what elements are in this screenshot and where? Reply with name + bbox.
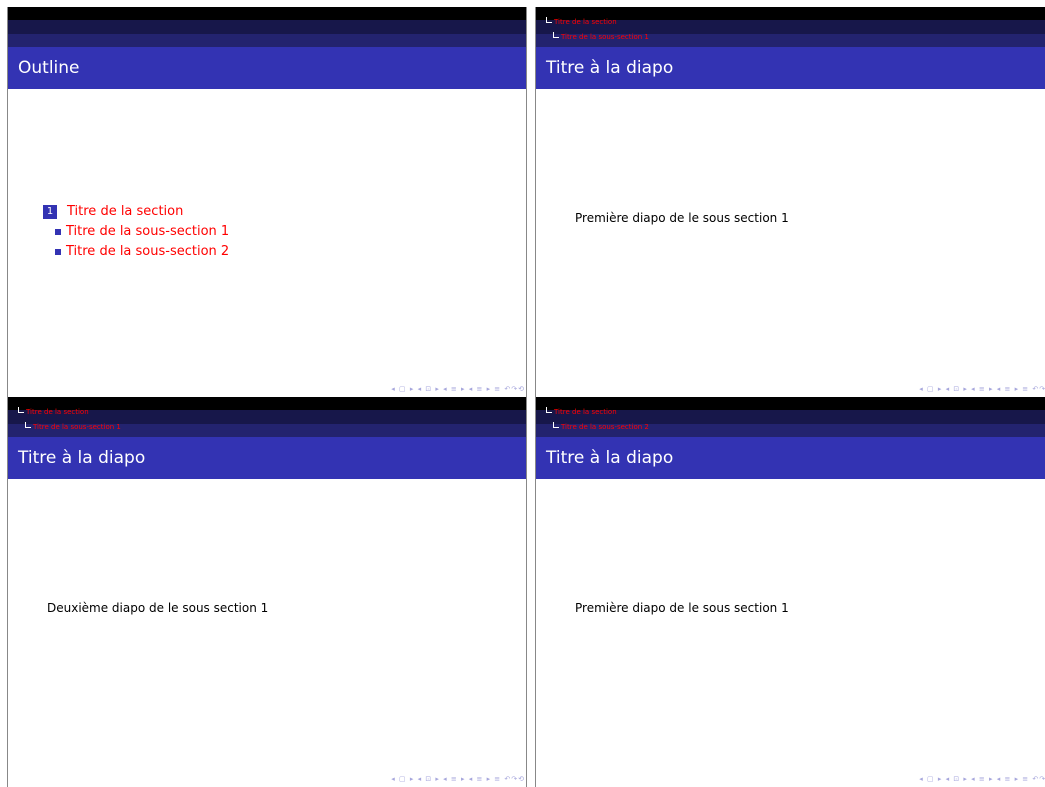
- toc-subsection[interactable]: Titre de la sous-section 2: [43, 242, 229, 262]
- slide-title: Outline: [7, 47, 527, 89]
- square-bullet-icon: [55, 229, 61, 235]
- tree-branch-icon: [546, 17, 552, 23]
- slide-body-text: Première diapo de le sous section 1: [575, 601, 789, 615]
- slide-title: Titre à la diapo: [535, 47, 1045, 89]
- toc-subsection-link[interactable]: Titre de la sous-section 2: [66, 242, 229, 262]
- slide-body-text: Deuxième diapo de le sous section 1: [47, 601, 269, 615]
- slide-border: [535, 397, 536, 787]
- toc-section[interactable]: 1 Titre de la section: [43, 202, 229, 222]
- slide-4: Titre de la section Titre de la sous-sec…: [535, 397, 1045, 787]
- slide-border: [535, 7, 536, 397]
- toc-section-link[interactable]: Titre de la section: [67, 202, 183, 222]
- slide-border: [7, 397, 8, 787]
- header-band-middle: [7, 20, 527, 34]
- header-nav-section[interactable]: Titre de la section: [546, 17, 617, 27]
- header-band-lower: [7, 34, 527, 47]
- header-nav-subsection[interactable]: Titre de la sous-section 2: [553, 422, 649, 432]
- slide-2: Titre de la section Titre de la sous-sec…: [535, 7, 1045, 397]
- slide-title: Titre à la diapo: [535, 437, 1045, 479]
- square-bullet-icon: [55, 249, 61, 255]
- header-band-top: [7, 7, 527, 20]
- header-nav-section[interactable]: Titre de la section: [18, 407, 89, 417]
- slide-outline: Outline 1 Titre de la section Titre de l…: [7, 7, 527, 397]
- section-number-badge: 1: [43, 205, 57, 219]
- header-nav-section[interactable]: Titre de la section: [546, 407, 617, 417]
- beamer-navigation-symbols[interactable]: ◂ ▢ ▸ ◂ ⊡ ▸ ◂ ≡ ▸ ◂ ≡ ▸ ≡ ↶↷⟲: [919, 775, 1045, 783]
- tree-branch-icon: [553, 32, 559, 38]
- toc-subsection[interactable]: Titre de la sous-section 1: [43, 222, 229, 242]
- tree-branch-icon: [546, 407, 552, 413]
- beamer-navigation-symbols[interactable]: ◂ ▢ ▸ ◂ ⊡ ▸ ◂ ≡ ▸ ◂ ≡ ▸ ≡ ↶↷⟲: [391, 385, 525, 393]
- header-nav-subsection[interactable]: Titre de la sous-section 1: [553, 32, 649, 42]
- slide-title: Titre à la diapo: [7, 437, 527, 479]
- beamer-navigation-symbols[interactable]: ◂ ▢ ▸ ◂ ⊡ ▸ ◂ ≡ ▸ ◂ ≡ ▸ ≡ ↶↷⟲: [391, 775, 525, 783]
- header-nav-subsection[interactable]: Titre de la sous-section 1: [25, 422, 121, 432]
- beamer-navigation-symbols[interactable]: ◂ ▢ ▸ ◂ ⊡ ▸ ◂ ≡ ▸ ◂ ≡ ▸ ≡ ↶↷⟲: [919, 385, 1045, 393]
- slide-body-text: Première diapo de le sous section 1: [575, 211, 789, 225]
- slide-border: [526, 7, 527, 397]
- slide-border: [7, 7, 8, 397]
- toc-subsection-link[interactable]: Titre de la sous-section 1: [66, 222, 229, 242]
- table-of-contents: 1 Titre de la section Titre de la sous-s…: [43, 202, 229, 262]
- tree-branch-icon: [25, 422, 31, 428]
- slide-border: [526, 397, 527, 787]
- tree-branch-icon: [553, 422, 559, 428]
- tree-branch-icon: [18, 407, 24, 413]
- slide-3: Titre de la section Titre de la sous-sec…: [7, 397, 527, 787]
